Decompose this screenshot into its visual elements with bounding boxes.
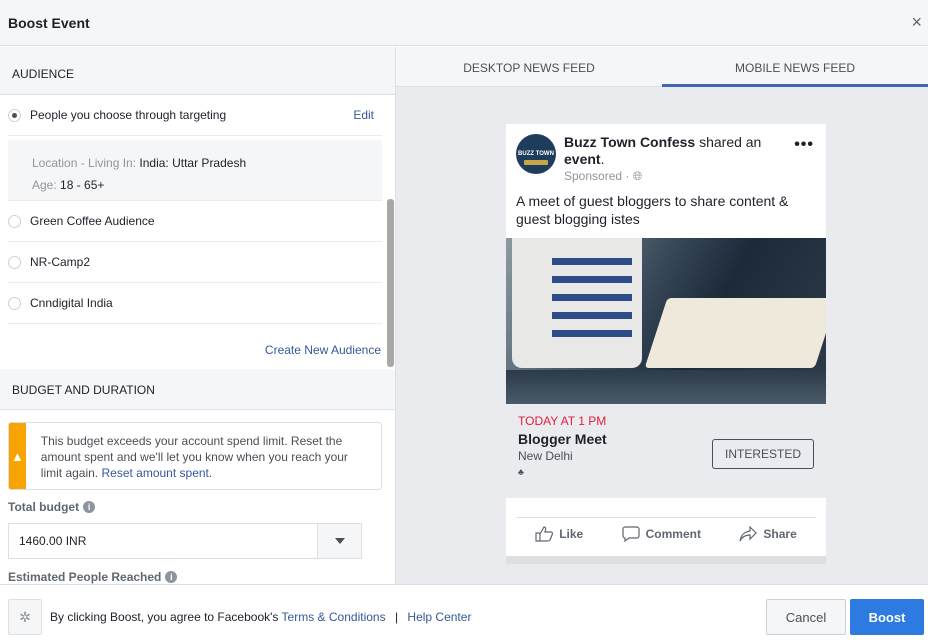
globe-icon: 🌐︎	[632, 169, 643, 183]
event-date: TODAY AT 1 PM	[518, 414, 607, 428]
like-label: Like	[559, 527, 584, 541]
share-button[interactable]: Share	[739, 526, 797, 542]
like-button[interactable]: Like	[535, 526, 583, 542]
cancel-button[interactable]: Cancel	[766, 599, 846, 635]
help-center-link[interactable]: Help Center	[407, 610, 471, 624]
share-icon	[739, 526, 758, 542]
photo-table	[506, 370, 826, 404]
avatar-banner	[524, 160, 548, 165]
shared-text: shared an	[699, 134, 762, 150]
share-label: Share	[763, 527, 797, 541]
budget-warning: ▲ This budget exceeds your account spend…	[8, 422, 382, 490]
gear-icon[interactable]: ✲	[8, 599, 42, 635]
tab-mobile-news-feed[interactable]: MOBILE NEWS FEED	[662, 47, 928, 87]
scrollbar-thumb[interactable]	[387, 199, 394, 367]
post-meta: Buzz Town Confess shared an event. Spons…	[564, 134, 784, 185]
page-avatar: BUZZ TOWN	[516, 134, 556, 174]
card-footer	[506, 556, 826, 564]
audience-option-targeting[interactable]: People you choose through targeting Edit	[8, 95, 382, 136]
total-budget-text: Total budget	[8, 500, 80, 514]
budget-dropdown-button[interactable]	[318, 523, 362, 559]
like-icon	[535, 526, 554, 542]
interested-button[interactable]: INTERESTED	[712, 439, 814, 469]
info-icon[interactable]: i	[165, 571, 178, 583]
terms-link[interactable]: Terms & Conditions	[282, 610, 386, 624]
boost-button[interactable]: Boost	[850, 599, 924, 635]
radio-unselected[interactable]	[8, 255, 21, 269]
separator: |	[394, 610, 399, 624]
preview-panel: DESKTOP NEWS FEED MOBILE NEWS FEED BUZZ …	[396, 47, 928, 584]
tab-desktop-news-feed[interactable]: DESKTOP NEWS FEED	[396, 47, 662, 86]
shared-object: event	[564, 151, 601, 167]
age-value: 18 - 65+	[60, 178, 105, 192]
reach-text: Estimated People Reached	[8, 570, 162, 584]
radio-unselected[interactable]	[8, 296, 21, 310]
photo-book	[644, 298, 826, 368]
sponsored-label: Sponsored · 🌐︎	[564, 168, 784, 185]
create-new-audience-link[interactable]: Create New Audience	[265, 343, 381, 357]
page-name: Buzz Town Confess	[564, 134, 696, 150]
agreement-text: By clicking Boost, you agree to Facebook…	[50, 610, 471, 624]
more-options-icon[interactable]: •••	[794, 136, 814, 154]
dialog-footer: ✲ By clicking Boost, you agree to Facebo…	[0, 584, 928, 644]
post-actions: Like Comment Share	[506, 498, 826, 556]
agree-text: By clicking Boost, you agree to Facebook…	[50, 610, 279, 624]
audience-option-label: Cnndigital India	[30, 296, 113, 310]
radio-unselected[interactable]	[8, 214, 21, 228]
targeting-summary: Location - Living In: India: Uttar Prade…	[8, 140, 382, 201]
comment-button[interactable]: Comment	[622, 526, 701, 542]
audience-option[interactable]: Cnndigital India	[8, 283, 382, 324]
event-info: TODAY AT 1 PM Blogger Meet New Delhi ♣ I…	[506, 404, 826, 498]
location-label: Location - Living In:	[32, 156, 137, 170]
photo-mug	[512, 238, 642, 368]
edit-audience-link[interactable]: Edit	[353, 108, 374, 122]
close-icon[interactable]: ×	[911, 13, 922, 31]
info-icon[interactable]: i	[83, 501, 96, 513]
audience-option-label: Green Coffee Audience	[30, 214, 155, 228]
settings-panel: AUDIENCE People you choose through targe…	[0, 47, 396, 584]
avatar-text: BUZZ TOWN	[518, 151, 554, 157]
comment-icon	[622, 526, 640, 542]
dialog-header: Boost Event ×	[0, 0, 928, 46]
audience-option[interactable]: NR-Camp2	[8, 242, 382, 283]
comment-label: Comment	[645, 527, 701, 541]
location-value: India: Uttar Pradesh	[139, 156, 247, 170]
preview-tabs: DESKTOP NEWS FEED MOBILE NEWS FEED	[396, 47, 928, 87]
create-audience-row: Create New Audience	[0, 324, 395, 369]
total-budget-input[interactable]	[8, 523, 318, 559]
budget-heading: BUDGET AND DURATION	[0, 369, 395, 410]
radio-selected[interactable]	[8, 108, 21, 122]
reset-amount-link[interactable]: Reset amount spent.	[101, 466, 212, 480]
audience-option[interactable]: Green Coffee Audience	[8, 201, 382, 242]
total-budget-field	[8, 523, 395, 559]
sponsored-text: Sponsored ·	[564, 169, 630, 183]
warning-icon: ▲	[9, 423, 26, 489]
audience-heading: AUDIENCE	[0, 47, 395, 95]
caret-down-icon	[334, 538, 345, 544]
age-label: Age:	[32, 178, 57, 192]
post-body: A meet of guest bloggers to share conten…	[516, 193, 789, 227]
post-header: BUZZ TOWN Buzz Town Confess shared an ev…	[506, 124, 826, 192]
warning-text: This budget exceeds your account spend l…	[26, 423, 381, 489]
reach-label: Estimated People Reached i	[8, 570, 395, 584]
event-photo	[506, 238, 826, 404]
total-budget-label: Total budget i	[8, 500, 395, 514]
audience-option-label: People you choose through targeting	[30, 108, 227, 122]
dialog-title: Boost Event	[8, 15, 90, 31]
post-preview-card: BUZZ TOWN Buzz Town Confess shared an ev…	[506, 124, 826, 564]
audience-option-label: NR-Camp2	[30, 255, 91, 269]
